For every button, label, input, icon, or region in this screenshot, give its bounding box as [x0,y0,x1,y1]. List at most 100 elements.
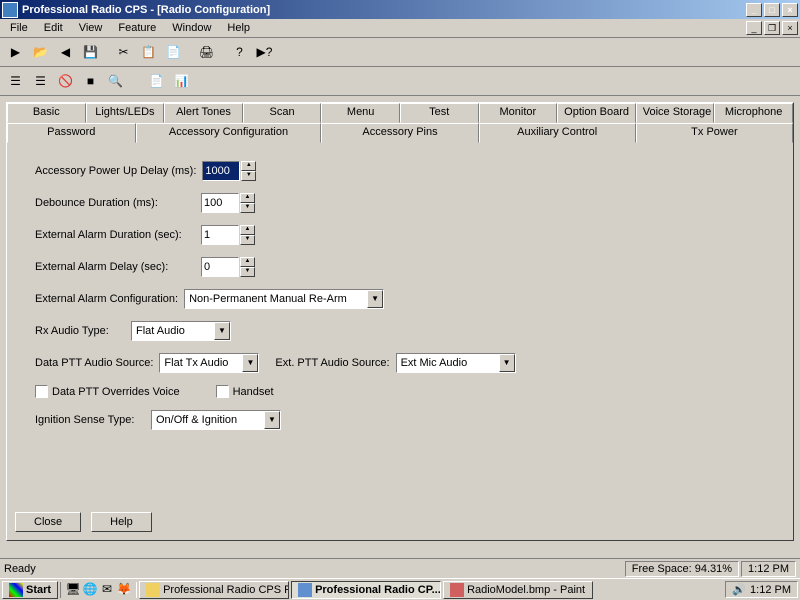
ead-input[interactable] [201,225,239,245]
task-folder[interactable]: Professional Radio CPS R... [139,581,289,599]
ql-icon-4[interactable]: 🦊 [116,582,132,598]
spin-down-icon[interactable]: ▼ [240,235,255,245]
toolbar-main: ▶ 📂 ◀ 💾 ✂ 📋 📄 🖨 ? ▶? [0,38,800,67]
windows-flag-icon [9,583,23,597]
write-device-icon[interactable]: ◀ [54,41,77,63]
eac-combo[interactable]: Non-Permanent Manual Re-Arm ▼ [184,289,384,309]
spin-down-icon[interactable]: ▼ [241,171,256,181]
paste-icon[interactable]: 📄 [162,41,185,63]
help-icon[interactable]: ? [228,41,251,63]
task-paint[interactable]: RadioModel.bmp - Paint [443,581,593,599]
tool-a-icon[interactable]: ☰ [4,70,27,92]
task1-label: Professional Radio CPS R... [163,584,289,596]
spin-up-icon[interactable]: ▲ [240,257,255,267]
tray-icon-1[interactable]: 🔊 [732,583,746,596]
chevron-down-icon[interactable]: ▼ [367,290,383,308]
titlebar-text: Professional Radio CPS - [Radio Configur… [22,4,746,16]
tool-b-icon[interactable]: ☰ [29,70,52,92]
ead-spinner[interactable]: ▲ ▼ [201,225,255,245]
dptt-combo[interactable]: Flat Tx Audio ▼ [159,353,259,373]
mdi-close-button[interactable]: × [782,21,798,35]
tab-auxiliary-control[interactable]: Auxiliary Control [479,123,636,143]
statusbar: Ready Free Space: 94.31% 1:12 PM [0,558,800,578]
data-ptt-overrides-checkbox[interactable] [35,385,48,398]
tool-e-icon[interactable]: 📄 [145,70,168,92]
tab-monitor[interactable]: Monitor [479,103,558,123]
tab-option-board[interactable]: Option Board [557,103,636,123]
menu-window[interactable]: Window [164,20,219,36]
open-icon[interactable]: 📂 [29,41,52,63]
tool-c-icon[interactable]: 🚫 [54,70,77,92]
status-ready: Ready [4,563,623,575]
menu-view[interactable]: View [71,20,111,36]
menu-help[interactable]: Help [219,20,258,36]
start-button[interactable]: Start [2,581,58,599]
chevron-down-icon[interactable]: ▼ [264,411,280,429]
menu-edit[interactable]: Edit [36,20,71,36]
spin-down-icon[interactable]: ▼ [240,267,255,277]
tab-password[interactable]: Password [7,123,136,143]
debounce-input[interactable] [201,193,239,213]
taskbar: Start 🖥 🌐 ✉ 🦊 Professional Radio CPS R..… [0,578,800,600]
close-button[interactable]: Close [15,512,81,532]
spin-up-icon[interactable]: ▲ [241,161,256,171]
tool-f-icon[interactable]: 📊 [170,70,193,92]
tab-alert-tones[interactable]: Alert Tones [164,103,243,123]
eac-value: Non-Permanent Manual Re-Arm [185,293,367,305]
print-icon[interactable]: 🖨 [195,41,218,63]
eadel-input[interactable] [201,257,239,277]
help-button[interactable]: Help [91,512,152,532]
mdi-minimize-button[interactable]: _ [746,21,762,35]
chevron-down-icon[interactable]: ▼ [499,354,515,372]
copy-icon[interactable]: 📋 [137,41,160,63]
status-time: 1:12 PM [741,561,796,577]
task2-label: Professional Radio CP... [315,584,441,596]
menu-file[interactable]: File [2,20,36,36]
rx-combo[interactable]: Flat Audio ▼ [131,321,231,341]
titlebar: Professional Radio CPS - [Radio Configur… [0,0,800,19]
system-tray[interactable]: 🔊 1:12 PM [725,581,798,598]
tab-basic[interactable]: Basic [7,103,86,123]
apud-spinner[interactable]: ▲ ▼ [202,161,256,181]
spin-down-icon[interactable]: ▼ [240,203,255,213]
tab-microphone[interactable]: Microphone [714,103,793,123]
maximize-button[interactable]: □ [764,3,780,17]
debounce-spinner[interactable]: ▲ ▼ [201,193,255,213]
task-cps-active[interactable]: Professional Radio CP... [291,581,441,599]
tab-voice-storage[interactable]: Voice Storage [636,103,715,123]
ql-icon-2[interactable]: 🌐 [82,582,98,598]
tab-accessory-configuration[interactable]: Accessory Configuration [136,123,322,143]
read-device-icon[interactable]: ▶ [4,41,27,63]
tab-lights-leds[interactable]: Lights/LEDs [86,103,165,123]
eadel-spinner[interactable]: ▲ ▼ [201,257,255,277]
save-icon[interactable]: 💾 [79,41,102,63]
chevron-down-icon[interactable]: ▼ [242,354,258,372]
ign-combo[interactable]: On/Off & Ignition ▼ [151,410,281,430]
handset-checkbox[interactable] [216,385,229,398]
apud-input[interactable] [202,161,240,181]
ql-icon-1[interactable]: 🖥 [65,582,81,598]
cut-icon[interactable]: ✂ [112,41,135,63]
spin-up-icon[interactable]: ▲ [240,225,255,235]
quick-launch: 🖥 🌐 ✉ 🦊 [60,582,137,598]
context-help-icon[interactable]: ▶? [253,41,276,63]
chevron-down-icon[interactable]: ▼ [214,322,230,340]
tab-body: Accessory Power Up Delay (ms): ▲ ▼ Debou… [7,143,793,460]
menu-feature[interactable]: Feature [110,20,164,36]
magnify-icon[interactable]: 🔍 [104,70,127,92]
tab-tx-power[interactable]: Tx Power [636,123,793,143]
tab-test[interactable]: Test [400,103,479,123]
ql-icon-3[interactable]: ✉ [99,582,115,598]
dptt-label: Data PTT Audio Source: [35,357,153,369]
minimize-button[interactable]: _ [746,3,762,17]
close-window-button[interactable]: × [782,3,798,17]
tab-accessory-pins[interactable]: Accessory Pins [321,123,478,143]
eptt-combo[interactable]: Ext Mic Audio ▼ [396,353,516,373]
rx-value: Flat Audio [132,325,214,337]
start-label: Start [26,584,51,596]
mdi-restore-button[interactable]: ❐ [764,21,780,35]
tab-scan[interactable]: Scan [243,103,322,123]
tool-d-icon[interactable]: ■ [79,70,102,92]
spin-up-icon[interactable]: ▲ [240,193,255,203]
tab-menu[interactable]: Menu [321,103,400,123]
